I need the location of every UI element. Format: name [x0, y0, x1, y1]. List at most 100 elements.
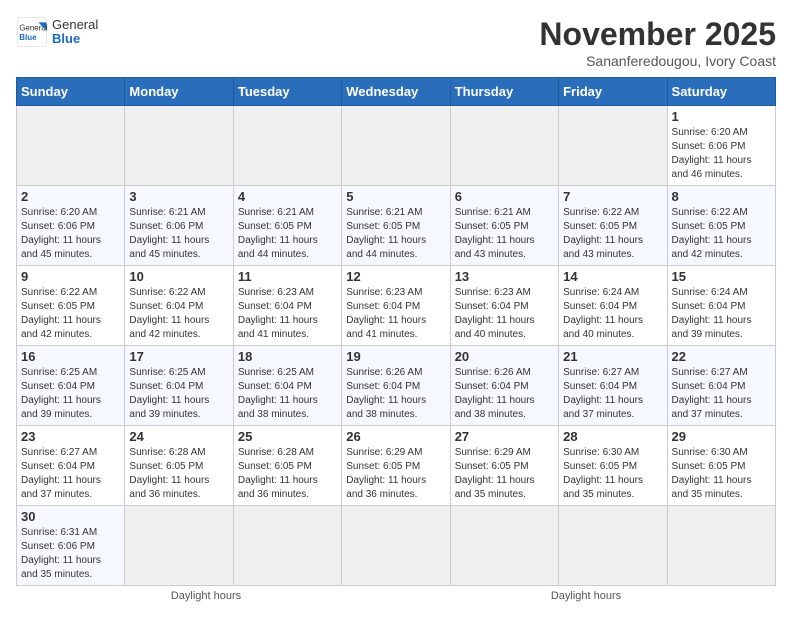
logo-blue-text: Blue	[52, 32, 98, 46]
calendar-cell: 18 Sunrise: 6:25 AM Sunset: 6:04 PM Dayli…	[233, 346, 341, 426]
day-info: Sunrise: 6:29 AM Sunset: 6:05 PM Dayligh…	[346, 446, 445, 502]
day-number: 23	[21, 429, 120, 444]
calendar-cell	[559, 106, 667, 186]
weekday-header: Thursday	[450, 78, 558, 106]
day-number: 30	[21, 509, 120, 524]
calendar-cell: 29 Sunrise: 6:30 AM Sunset: 6:05 PM Dayli…	[667, 426, 775, 506]
weekday-header: Saturday	[667, 78, 775, 106]
calendar-cell: 9 Sunrise: 6:22 AM Sunset: 6:05 PM Daylig…	[17, 266, 125, 346]
calendar-cell: 28Sunrise: 6:30 AM Sunset: 6:05 PM Dayli…	[559, 426, 667, 506]
day-number: 10	[129, 269, 228, 284]
calendar-cell: 20 Sunrise: 6:26 AM Sunset: 6:04 PM Dayli…	[450, 346, 558, 426]
day-info: Sunrise: 6:25 AM Sunset: 6:04 PM Dayligh…	[21, 366, 120, 422]
day-info: Sunrise: 6:27 AM Sunset: 6:04 PM Dayligh…	[21, 446, 120, 502]
calendar-cell	[342, 506, 450, 586]
calendar-cell: 27Sunrise: 6:29 AM Sunset: 6:05 PM Dayli…	[450, 426, 558, 506]
day-number: 20	[455, 349, 554, 364]
calendar-cell	[125, 106, 233, 186]
calendar-week-row: 1 Sunrise: 6:20 AM Sunset: 6:06 PM Daylig…	[17, 106, 776, 186]
day-info: Sunrise: 6:20 AM Sunset: 6:06 PM Dayligh…	[21, 206, 120, 262]
footer-left-label: Daylight hours	[171, 590, 241, 602]
logo-icon: General Blue	[16, 16, 48, 48]
day-number: 3	[129, 189, 228, 204]
calendar-cell	[17, 106, 125, 186]
calendar-cell	[125, 506, 233, 586]
day-number: 26	[346, 429, 445, 444]
day-info: Sunrise: 6:22 AM Sunset: 6:04 PM Dayligh…	[129, 286, 228, 342]
weekday-header-row: SundayMondayTuesdayWednesdayThursdayFrid…	[17, 78, 776, 106]
day-number: 7	[563, 189, 662, 204]
weekday-header: Friday	[559, 78, 667, 106]
day-number: 25	[238, 429, 337, 444]
day-info: Sunrise: 6:20 AM Sunset: 6:06 PM Dayligh…	[672, 126, 771, 182]
day-info: Sunrise: 6:25 AM Sunset: 6:04 PM Dayligh…	[238, 366, 337, 422]
calendar-cell: 7Sunrise: 6:22 AM Sunset: 6:05 PM Daylig…	[559, 186, 667, 266]
calendar-week-row: 16 Sunrise: 6:25 AM Sunset: 6:04 PM Dayli…	[17, 346, 776, 426]
calendar-cell: 12 Sunrise: 6:23 AM Sunset: 6:04 PM Dayli…	[342, 266, 450, 346]
day-info: Sunrise: 6:27 AM Sunset: 6:04 PM Dayligh…	[672, 366, 771, 422]
calendar-cell: 1 Sunrise: 6:20 AM Sunset: 6:06 PM Daylig…	[667, 106, 775, 186]
calendar-cell	[233, 506, 341, 586]
calendar-week-row: 9 Sunrise: 6:22 AM Sunset: 6:05 PM Daylig…	[17, 266, 776, 346]
day-number: 14	[563, 269, 662, 284]
day-info: Sunrise: 6:28 AM Sunset: 6:05 PM Dayligh…	[238, 446, 337, 502]
weekday-header: Tuesday	[233, 78, 341, 106]
day-number: 12	[346, 269, 445, 284]
calendar-cell: 24Sunrise: 6:28 AM Sunset: 6:05 PM Dayli…	[125, 426, 233, 506]
day-info: Sunrise: 6:24 AM Sunset: 6:04 PM Dayligh…	[563, 286, 662, 342]
day-number: 11	[238, 269, 337, 284]
calendar-week-row: 2Sunrise: 6:20 AM Sunset: 6:06 PM Daylig…	[17, 186, 776, 266]
calendar-cell: 15Sunrise: 6:24 AM Sunset: 6:04 PM Dayli…	[667, 266, 775, 346]
day-number: 13	[455, 269, 554, 284]
day-info: Sunrise: 6:23 AM Sunset: 6:04 PM Dayligh…	[238, 286, 337, 342]
weekday-header: Monday	[125, 78, 233, 106]
calendar-cell	[667, 506, 775, 586]
day-info: Sunrise: 6:26 AM Sunset: 6:04 PM Dayligh…	[346, 366, 445, 422]
calendar-cell	[450, 106, 558, 186]
day-info: Sunrise: 6:21 AM Sunset: 6:05 PM Dayligh…	[455, 206, 554, 262]
day-info: Sunrise: 6:21 AM Sunset: 6:05 PM Dayligh…	[238, 206, 337, 262]
day-number: 16	[21, 349, 120, 364]
day-info: Sunrise: 6:22 AM Sunset: 6:05 PM Dayligh…	[672, 206, 771, 262]
title-block: November 2025 Sananferedougou, Ivory Coa…	[539, 16, 776, 69]
day-number: 8	[672, 189, 771, 204]
svg-text:Blue: Blue	[19, 33, 37, 42]
day-info: Sunrise: 6:21 AM Sunset: 6:05 PM Dayligh…	[346, 206, 445, 262]
calendar-cell: 25 Sunrise: 6:28 AM Sunset: 6:05 PM Dayli…	[233, 426, 341, 506]
day-info: Sunrise: 6:30 AM Sunset: 6:05 PM Dayligh…	[563, 446, 662, 502]
calendar-cell	[559, 506, 667, 586]
calendar-cell: 13 Sunrise: 6:23 AM Sunset: 6:04 PM Dayli…	[450, 266, 558, 346]
location-subtitle: Sananferedougou, Ivory Coast	[539, 53, 776, 69]
calendar-cell: 30 Sunrise: 6:31 AM Sunset: 6:06 PM Dayli…	[17, 506, 125, 586]
calendar-cell: 6 Sunrise: 6:21 AM Sunset: 6:05 PM Daylig…	[450, 186, 558, 266]
calendar-week-row: 30 Sunrise: 6:31 AM Sunset: 6:06 PM Dayli…	[17, 506, 776, 586]
footer-bar: Daylight hours Daylight hours	[16, 590, 776, 602]
day-number: 1	[672, 109, 771, 124]
day-number: 6	[455, 189, 554, 204]
month-title: November 2025	[539, 16, 776, 53]
day-number: 5	[346, 189, 445, 204]
day-number: 19	[346, 349, 445, 364]
day-number: 9	[21, 269, 120, 284]
day-info: Sunrise: 6:31 AM Sunset: 6:06 PM Dayligh…	[21, 526, 120, 582]
calendar-cell: 16 Sunrise: 6:25 AM Sunset: 6:04 PM Dayli…	[17, 346, 125, 426]
day-number: 4	[238, 189, 337, 204]
calendar-cell: 5 Sunrise: 6:21 AM Sunset: 6:05 PM Daylig…	[342, 186, 450, 266]
day-number: 29	[672, 429, 771, 444]
day-info: Sunrise: 6:23 AM Sunset: 6:04 PM Dayligh…	[455, 286, 554, 342]
calendar-cell: 3 Sunrise: 6:21 AM Sunset: 6:06 PM Daylig…	[125, 186, 233, 266]
day-number: 15	[672, 269, 771, 284]
weekday-header: Sunday	[17, 78, 125, 106]
day-info: Sunrise: 6:27 AM Sunset: 6:04 PM Dayligh…	[563, 366, 662, 422]
calendar-cell: 17Sunrise: 6:25 AM Sunset: 6:04 PM Dayli…	[125, 346, 233, 426]
footer-right-label: Daylight hours	[551, 590, 621, 602]
day-info: Sunrise: 6:26 AM Sunset: 6:04 PM Dayligh…	[455, 366, 554, 422]
day-info: Sunrise: 6:21 AM Sunset: 6:06 PM Dayligh…	[129, 206, 228, 262]
calendar-cell: 11 Sunrise: 6:23 AM Sunset: 6:04 PM Dayli…	[233, 266, 341, 346]
calendar-cell: 2Sunrise: 6:20 AM Sunset: 6:06 PM Daylig…	[17, 186, 125, 266]
day-info: Sunrise: 6:30 AM Sunset: 6:05 PM Dayligh…	[672, 446, 771, 502]
day-info: Sunrise: 6:23 AM Sunset: 6:04 PM Dayligh…	[346, 286, 445, 342]
day-number: 18	[238, 349, 337, 364]
day-info: Sunrise: 6:22 AM Sunset: 6:05 PM Dayligh…	[21, 286, 120, 342]
day-number: 22	[672, 349, 771, 364]
